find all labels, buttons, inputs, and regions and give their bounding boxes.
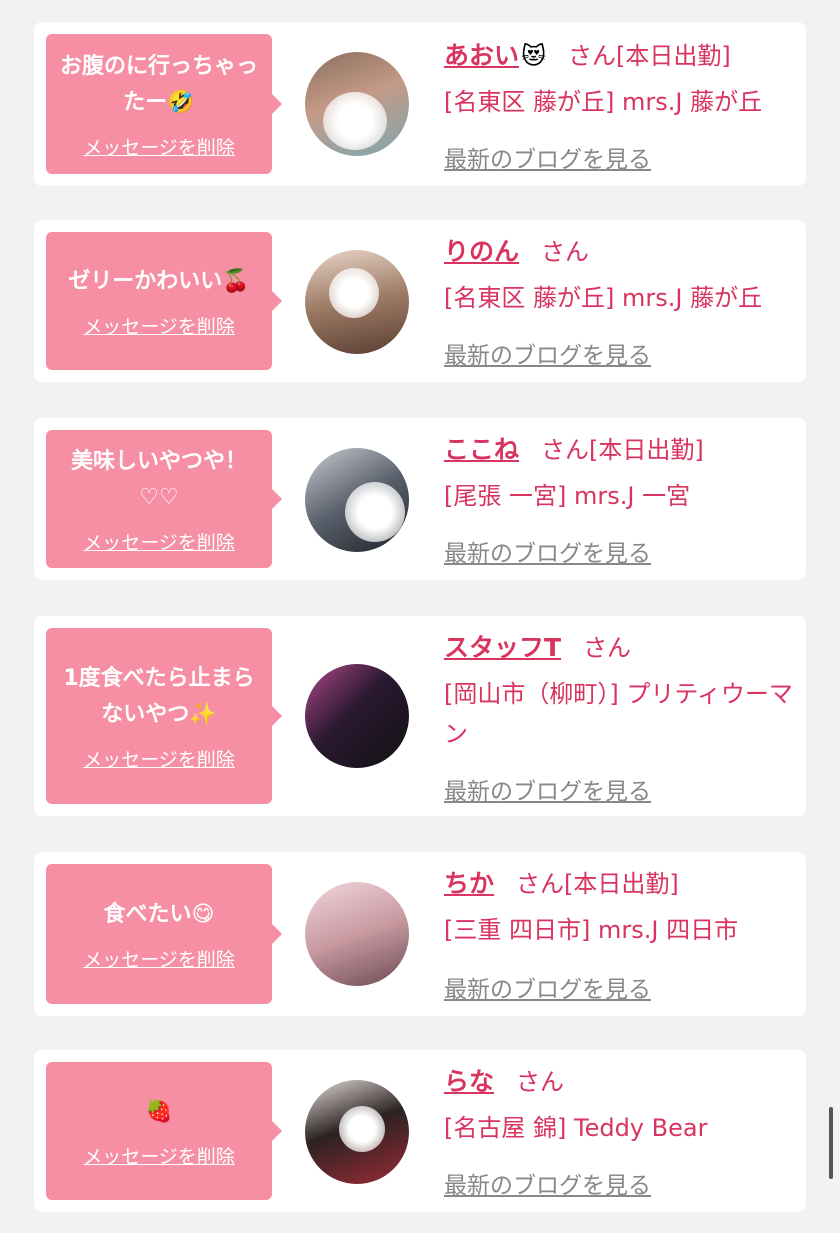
message-bubble: 🍓 メッセージを削除 [46,1062,282,1200]
delete-message-link[interactable]: メッセージを削除 [83,133,235,160]
honorific: さん [541,238,590,266]
message-text: お腹のに行っちゃったー🤣 [59,53,258,115]
avatar[interactable] [305,1080,409,1184]
message-text: 食べたい😋 [103,901,215,927]
girl-name-link[interactable]: らな [444,1062,494,1098]
honorific: さん [568,42,617,70]
blog-comment-list: お腹のに行っちゃったー🤣 メッセージを削除 あおい 😻 さん [本日出勤] [名… [0,0,840,1233]
delete-message-link[interactable]: メッセージを削除 [83,945,235,972]
shop-info: [名古屋 錦] Teddy Bear [444,1114,708,1142]
message-text: 1度食べたら止まらないやつ✨ [63,665,255,727]
message-text: 🍓 [145,1098,173,1124]
comment-card: ゼリーかわいい🍒 メッセージを削除 りのん さん [名東区 藤が丘] mrs.J… [34,220,806,382]
girl-name-link[interactable]: ちか [444,864,494,900]
profile-info: らな さん [名古屋 錦] Teddy Bear [444,1062,794,1148]
status-badge: [本日出勤] [564,870,679,898]
avatar[interactable] [305,52,409,156]
shop-info: [尾張 一宮] mrs.J 一宮 [444,482,691,510]
scrollbar[interactable] [829,1107,833,1179]
shop-info: [名東区 藤が丘] mrs.J 藤が丘 [444,88,763,116]
girl-name-link[interactable]: あおい [444,36,519,72]
girl-name-link[interactable]: スタッフT [444,628,561,664]
status-badge: [本日出勤] [616,42,731,70]
profile-info: ちか さん [本日出勤] [三重 四日市] mrs.J 四日市 [444,864,794,950]
avatar-blur [329,268,379,318]
latest-blog-link[interactable]: 最新のブログを見る [444,970,651,1004]
message-text: ゼリーかわいい🍒 [68,268,250,294]
message-text: 美味しいやつや！♡♡ [70,448,247,510]
avatar-blur [339,1106,385,1152]
latest-blog-link[interactable]: 最新のブログを見る [444,1166,651,1200]
profile-info: あおい 😻 さん [本日出勤] [名東区 藤が丘] mrs.J 藤が丘 [444,36,794,122]
profile-info: りのん さん [名東区 藤が丘] mrs.J 藤が丘 [444,232,794,318]
comment-card: 美味しいやつや！♡♡ メッセージを削除 ここね さん [本日出勤] [尾張 一宮… [34,418,806,580]
profile-info: ここね さん [本日出勤] [尾張 一宮] mrs.J 一宮 [444,430,794,516]
profile-info: スタッフT さん [岡山市（柳町）] プリティウーマン [444,628,794,754]
heart-eyes-cat-icon: 😻 [521,42,547,70]
latest-blog-link[interactable]: 最新のブログを見る [444,534,651,568]
avatar-blur [345,482,405,542]
message-bubble: お腹のに行っちゃったー🤣 メッセージを削除 [46,34,282,174]
message-bubble: 食べたい😋 メッセージを削除 [46,864,282,1004]
message-bubble: 美味しいやつや！♡♡ メッセージを削除 [46,430,282,568]
avatar[interactable] [305,448,409,552]
honorific: さん [516,1068,565,1096]
avatar[interactable] [305,664,409,768]
shop-info: [名東区 藤が丘] mrs.J 藤が丘 [444,284,763,312]
delete-message-link[interactable]: メッセージを削除 [83,312,235,339]
comment-card: お腹のに行っちゃったー🤣 メッセージを削除 あおい 😻 さん [本日出勤] [名… [34,22,806,186]
message-bubble: ゼリーかわいい🍒 メッセージを削除 [46,232,282,370]
delete-message-link[interactable]: メッセージを削除 [83,1142,235,1169]
girl-name-link[interactable]: ここね [444,430,519,466]
avatar-blur [323,92,387,150]
message-bubble: 1度食べたら止まらないやつ✨ メッセージを削除 [46,628,282,804]
honorific: さん [541,436,590,464]
shop-info: [三重 四日市] mrs.J 四日市 [444,916,739,944]
comment-card: 🍓 メッセージを削除 らな さん [名古屋 錦] Teddy Bear 最新のブ… [34,1050,806,1212]
latest-blog-link[interactable]: 最新のブログを見る [444,336,651,370]
honorific: さん [516,870,565,898]
latest-blog-link[interactable]: 最新のブログを見る [444,140,651,174]
delete-message-link[interactable]: メッセージを削除 [83,745,235,772]
comment-card: 1度食べたら止まらないやつ✨ メッセージを削除 スタッフT さん [岡山市（柳町… [34,616,806,816]
shop-info: [岡山市（柳町）] プリティウーマン [444,680,793,748]
latest-blog-link[interactable]: 最新のブログを見る [444,772,651,806]
delete-message-link[interactable]: メッセージを削除 [83,528,235,555]
girl-name-link[interactable]: りのん [444,232,519,268]
status-badge: [本日出勤] [589,436,704,464]
comment-card: 食べたい😋 メッセージを削除 ちか さん [本日出勤] [三重 四日市] mrs… [34,852,806,1016]
honorific: さん [583,634,632,662]
avatar[interactable] [305,250,409,354]
avatar[interactable] [305,882,409,986]
